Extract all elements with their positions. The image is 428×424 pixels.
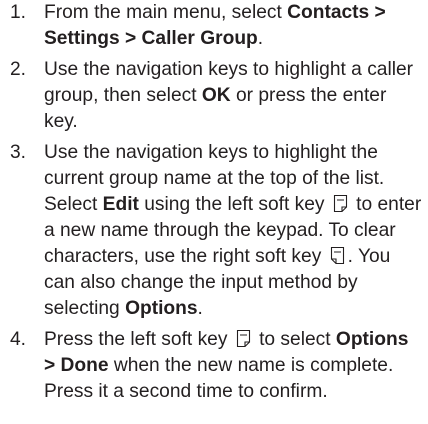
step-number: 2.: [10, 59, 27, 80]
step-1: 1. From the main menu, select Contacts >…: [0, 0, 428, 52]
options-label: Options: [125, 298, 198, 319]
document-page: 1. From the main menu, select Contacts >…: [0, 0, 428, 424]
step-text: Use the navigation keys to highlight a c…: [44, 59, 414, 132]
left-soft-key-icon: [333, 194, 348, 213]
step-number: 3.: [10, 142, 27, 163]
step-4: 4. Press the left soft key to select Opt…: [0, 327, 428, 405]
step-3: 3. Use the navigation keys to highlight …: [0, 140, 428, 322]
step-text: From the main menu, select Contacts > Se…: [44, 2, 386, 49]
step-text: Use the navigation keys to highlight the…: [44, 142, 385, 189]
edit-label: Edit: [102, 194, 139, 215]
left-soft-key-icon: [236, 329, 251, 348]
step-2: 2. Use the navigation keys to highlight …: [0, 57, 428, 135]
step-text-continued: Select Edit using the left soft key to e…: [44, 194, 422, 319]
right-soft-key-icon: [330, 246, 345, 265]
ok-label: OK: [201, 85, 231, 106]
step-number: 1.: [10, 2, 27, 23]
step-number: 4.: [10, 329, 27, 350]
instruction-steps: 1. From the main menu, select Contacts >…: [0, 0, 428, 410]
step-text: Press the left soft key to select Option…: [44, 329, 409, 402]
